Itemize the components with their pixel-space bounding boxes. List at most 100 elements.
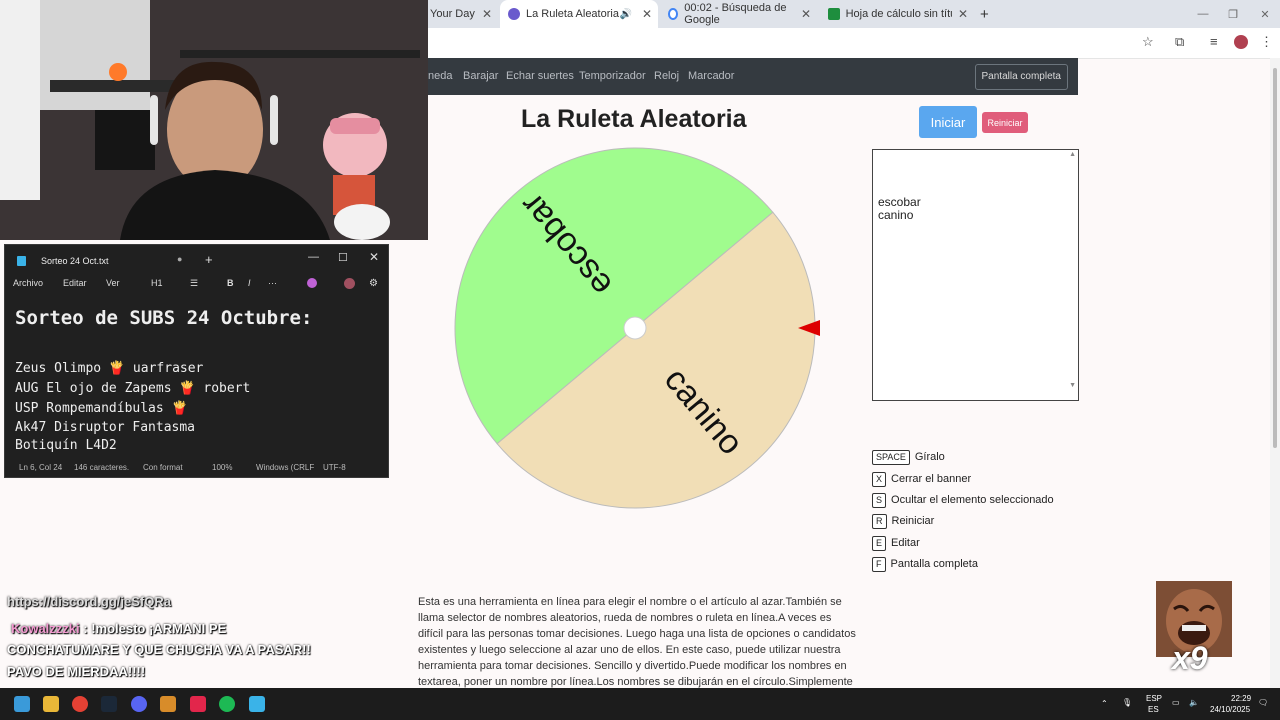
key-cap: E <box>872 535 887 551</box>
volume-icon[interactable]: 🔈 <box>1189 698 1199 707</box>
bold-icon[interactable]: B <box>227 278 234 288</box>
minimize-icon[interactable]: — <box>1188 0 1218 28</box>
shortcut-label: Gíralo <box>914 451 945 463</box>
page-title: La Ruleta Aleatoria <box>521 105 747 133</box>
extensions-icon[interactable]: ⧉ <box>1175 34 1184 50</box>
reset-button[interactable]: Reiniciar <box>982 112 1028 133</box>
webcam-image <box>0 0 428 240</box>
start-button[interactable]: Iniciar <box>919 106 977 138</box>
notepad-tab-title[interactable]: Sorteo 24 Oct.txt <box>41 256 109 266</box>
tab-ruleta[interactable]: La Ruleta Aleatoria 🔊 ✕ <box>500 0 658 28</box>
italic-icon[interactable]: I <box>248 278 251 288</box>
taskbar: ⌃ 🎙 ESP ES ▭ 🔈 22:29 24/10/2025 🗨 <box>0 688 1280 720</box>
language-top[interactable]: ESP <box>1146 694 1162 703</box>
close-window-icon[interactable]: ✕ <box>1250 0 1280 28</box>
maximize-icon[interactable]: ❐ <box>1218 0 1248 28</box>
microphone-icon[interactable]: 🎙 <box>1122 698 1132 707</box>
tab-your-day[interactable]: Your Day ✕ <box>428 0 498 28</box>
copilot-icon[interactable] <box>307 278 317 288</box>
tab-google[interactable]: 00:02 - Búsqueda de Google ✕ <box>662 0 817 28</box>
notepad-line: AUG El ojo de Zapems 🍟 robert <box>15 381 251 396</box>
bookmark-star-icon[interactable]: ☆ <box>1142 34 1154 50</box>
network-icon[interactable]: ▭ <box>1172 698 1180 707</box>
menu-ver[interactable]: Ver <box>106 278 120 288</box>
nav-link-temporizador[interactable]: Temporizador <box>579 70 646 82</box>
speaker-icon[interactable]: 🔊 <box>619 9 631 20</box>
scroll-up-icon[interactable]: ▲ <box>1069 151 1076 158</box>
close-icon[interactable]: ✕ <box>952 7 974 21</box>
tab-label: La Ruleta Aleatoria <box>526 8 619 20</box>
clock-time[interactable]: 22:29 <box>1231 694 1251 703</box>
status-format[interactable]: Con format <box>143 463 183 472</box>
media-icon[interactable]: ≡ <box>1210 34 1218 49</box>
list-icon[interactable]: ☰ <box>190 278 198 289</box>
menu-icon[interactable]: ⋮ <box>1260 34 1273 50</box>
chat-message: Kowalzzzki : !molesto ¡ARMANI PE <box>11 621 226 636</box>
language-bottom[interactable]: ES <box>1148 705 1159 714</box>
tray-chevron-icon[interactable]: ⌃ <box>1101 699 1108 708</box>
close-icon[interactable]: ✕ <box>636 7 658 21</box>
new-tab-button[interactable]: + <box>980 0 996 28</box>
shortcut-label: Pantalla completa <box>890 558 978 570</box>
file-explorer-icon[interactable] <box>43 696 59 712</box>
site-navbar: neda Barajar Echar suertes Temporizador … <box>428 58 1078 95</box>
tab-label: Hoja de cálculo sin título - Hoj <box>845 8 952 20</box>
status-encoding[interactable]: UTF-8 <box>323 463 346 472</box>
names-textarea[interactable]: escobar canino ▲ ▼ <box>872 149 1079 401</box>
roulette-wheel[interactable]: escobar canino <box>452 145 824 513</box>
nav-link[interactable]: neda <box>428 70 452 82</box>
key-cap: S <box>872 492 887 508</box>
new-tab-button[interactable]: + <box>205 252 213 267</box>
webcam-feed <box>0 0 428 240</box>
more-icon[interactable]: ··· <box>268 278 277 288</box>
status-zoom[interactable]: 100% <box>212 463 232 472</box>
nav-link-echar-suertes[interactable]: Echar suertes <box>506 70 574 82</box>
status-position: Ln 6, Col 24 <box>19 463 63 472</box>
chat-text: : !molesto ¡ARMANI PE <box>83 621 227 636</box>
close-icon[interactable]: ✕ <box>476 7 498 21</box>
nav-link-marcador[interactable]: Marcador <box>688 70 734 82</box>
site-favicon-icon <box>508 8 520 20</box>
nav-link-reloj[interactable]: Reloj <box>654 70 679 82</box>
notification-icon[interactable]: 🗨 <box>1258 698 1268 707</box>
menu-archivo[interactable]: Archivo <box>13 278 43 288</box>
avatar[interactable] <box>344 278 355 289</box>
menu-editar[interactable]: Editar <box>63 278 87 288</box>
discord-icon[interactable] <box>131 696 147 712</box>
maximize-icon[interactable]: ☐ <box>338 251 348 264</box>
emote-count: x9 <box>1172 640 1208 676</box>
notepad-icon <box>17 256 26 266</box>
tiktok-icon[interactable] <box>190 696 206 712</box>
notepad-line: Botiquín L4D2 <box>15 438 117 453</box>
notepad-line: USP Rompemandíbulas 🍟 <box>15 401 188 416</box>
status-chars: 146 caracteres. <box>74 463 130 472</box>
key-cap: R <box>872 513 887 529</box>
wheel-hub <box>623 316 647 340</box>
app-icon[interactable] <box>160 696 176 712</box>
name-line: escobar <box>878 195 921 209</box>
minimize-icon[interactable]: — <box>308 251 319 263</box>
steam-icon[interactable] <box>101 696 117 712</box>
heading-select[interactable]: H1 <box>151 278 163 288</box>
start-windows-icon[interactable] <box>14 696 30 712</box>
shortcut-s: S Ocultar el elemento seleccionado <box>872 492 1054 508</box>
chrome-icon[interactable] <box>72 696 88 712</box>
spotify-icon[interactable] <box>219 696 235 712</box>
status-eol[interactable]: Windows (CRLF <box>256 463 314 472</box>
clock-date[interactable]: 24/10/2025 <box>1210 705 1250 714</box>
close-icon[interactable]: ✕ <box>795 7 817 21</box>
tab-label: 00:02 - Búsqueda de Google <box>684 2 787 26</box>
tab-sheets[interactable]: Hoja de cálculo sin título - Hoj ✕ <box>822 0 974 28</box>
shortcut-label: Cerrar el banner <box>891 473 972 485</box>
fullscreen-button[interactable]: Pantalla completa <box>974 64 1068 90</box>
shortcut-label: Reiniciar <box>891 515 935 527</box>
scrollbar-thumb[interactable] <box>1273 68 1277 448</box>
scroll-down-icon[interactable]: ▼ <box>1069 382 1076 389</box>
nav-link-barajar[interactable]: Barajar <box>463 70 498 82</box>
tab-label: Your Day <box>430 8 475 20</box>
settings-gear-icon[interactable]: ⚙ <box>369 278 378 289</box>
page-scrollbar[interactable] <box>1270 58 1280 688</box>
avatar[interactable] <box>1234 35 1248 49</box>
close-icon[interactable]: ✕ <box>369 250 379 264</box>
notepad-taskbar-icon[interactable] <box>249 696 265 712</box>
